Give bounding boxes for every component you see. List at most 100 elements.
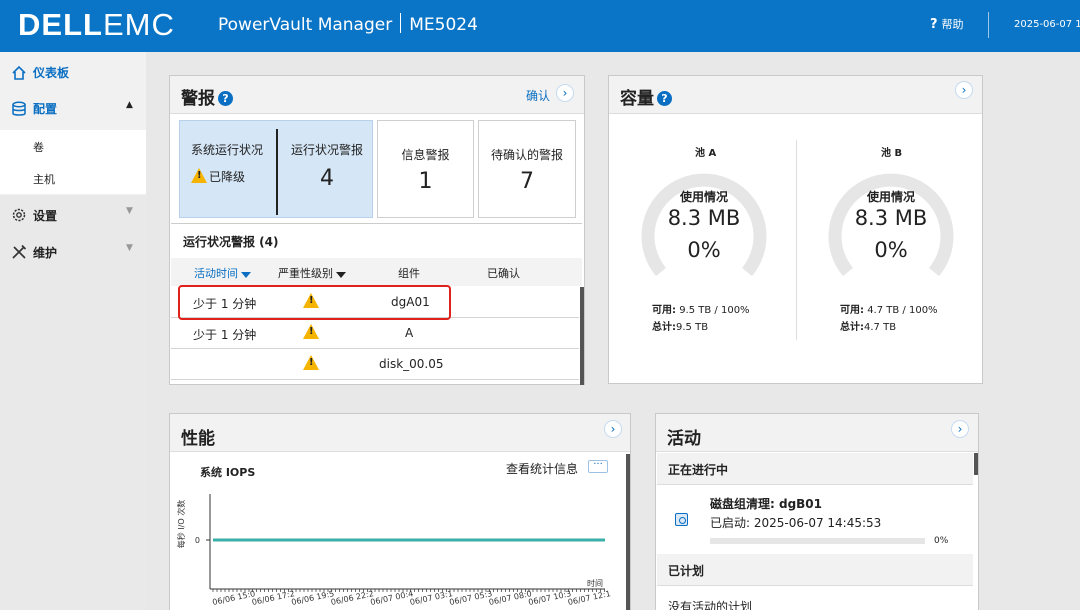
sidebar-item-config[interactable]: 配置 ▲ — [0, 98, 146, 118]
alerts-panel: 警报? 确认 › 系统运行状况 已降级 运行状况警报 4 信息警报 1 待确认的… — [169, 75, 585, 385]
collapse-caret-icon[interactable]: ▲ — [126, 100, 133, 110]
performance-panel-header: 性能 › — [170, 414, 630, 452]
health-alerts-table-title: 运行状况警报 (4) — [183, 235, 279, 249]
sidebar-subitem-hosts[interactable]: 主机 — [0, 162, 146, 194]
more-options-button[interactable]: ··· — [588, 460, 608, 473]
x-tick-label: 06/07 08:0 — [488, 589, 532, 607]
total-label: 总计: — [652, 322, 676, 333]
sidebar-item-maintenance[interactable]: 维护 ▼ — [0, 242, 146, 262]
help-question-icon[interactable]: ? — [657, 91, 672, 106]
app-title: PowerVault Manager ME5024 — [218, 13, 478, 37]
pool-divider — [796, 140, 797, 340]
table-row[interactable]: 少于 1 分钟 A — [171, 318, 579, 349]
pool-a-label: 池 A — [695, 148, 717, 159]
unacked-alerts-label: 待确认的警报 — [490, 148, 563, 162]
total-label: 总计: — [840, 322, 864, 333]
activity-panel-header: 活动 › — [656, 414, 978, 452]
column-label: 活动时间 — [194, 267, 238, 280]
task-start-time: 已启动: 2025-06-07 14:45:53 — [710, 516, 882, 530]
gauge-usage-label: 使用情况 — [866, 190, 915, 204]
task-progress-bar — [710, 538, 925, 544]
x-tick-label: 06/06 22:2 — [330, 589, 374, 607]
tools-icon — [12, 244, 27, 259]
product-name: PowerVault Manager — [218, 15, 393, 35]
app-root: DELLEMC PowerVault Manager ME5024 ? 帮助 202… — [0, 0, 1080, 610]
highlight-box — [178, 285, 451, 320]
x-tick-label: 06/06 15:0 — [212, 589, 256, 607]
gauge-usage-label: 使用情况 — [679, 190, 728, 204]
gauge-used-value: 8.3 MB — [854, 206, 928, 230]
warning-icon — [303, 355, 319, 370]
panel-title: 活动 — [667, 429, 701, 449]
x-tick-label: 06/07 12:1 — [567, 589, 611, 607]
gear-icon — [12, 208, 26, 222]
column-activity-time[interactable]: 活动时间 — [194, 265, 251, 281]
section-label: 正在进行中 — [668, 463, 729, 477]
row-component: disk_00.05 — [379, 357, 444, 371]
chart-title: 系统 IOPS — [200, 466, 256, 479]
sidebar-item-dashboard[interactable]: 仪表板 — [0, 62, 146, 82]
column-acknowledged[interactable]: 已确认 — [487, 265, 520, 281]
help-link[interactable]: ? 帮助 — [930, 16, 964, 34]
x-tick-label: 06/07 03:1 — [409, 589, 453, 607]
panel-title: 容量? — [620, 84, 672, 109]
table-scrollbar[interactable] — [580, 287, 584, 385]
chevron-right-icon[interactable]: › — [604, 420, 622, 438]
in-progress-section: 正在进行中 — [657, 453, 973, 485]
sidebar-subitem-label: 主机 — [33, 173, 55, 186]
health-alerts-label: 运行状况警报 — [290, 143, 363, 157]
gauge-percent: 0% — [874, 238, 908, 262]
capacity-panel-header: 容量? › — [609, 76, 982, 114]
view-statistics-link[interactable]: 查看统计信息 — [506, 460, 578, 477]
health-alerts-block: 运行状况警报 4 — [284, 141, 370, 191]
sidebar-item-label: 设置 — [33, 209, 58, 223]
pool-b-gauge[interactable]: 使用情况 8.3 MB 0% — [826, 164, 956, 284]
column-severity[interactable]: 严重性级别 — [278, 265, 346, 281]
info-alerts-count: 1 — [418, 169, 433, 194]
acknowledge-link[interactable]: 确认 — [526, 87, 550, 104]
system-health-tile[interactable]: 系统运行状况 已降级 运行状况警报 4 — [179, 120, 373, 218]
warning-icon — [303, 324, 319, 339]
iops-chart: 每秒 I/O 次数 0 时间 06/06 15:006/06 17:206/06 19… — [176, 494, 612, 607]
table-header: 活动时间 严重性级别 组件 已确认 — [171, 258, 582, 286]
x-tick-label: 06/06 19:5 — [291, 589, 335, 607]
row-time: 少于 1 分钟 — [193, 328, 257, 342]
chevron-right-icon[interactable]: › — [951, 420, 969, 438]
panel-title: 警报? — [181, 84, 233, 109]
column-label: 严重性级别 — [278, 267, 333, 280]
database-icon — [12, 101, 26, 116]
chevron-right-icon[interactable]: › — [955, 81, 973, 99]
disk-scrub-icon — [675, 513, 688, 526]
column-component[interactable]: 组件 — [398, 265, 420, 281]
sidebar-subitem-label: 卷 — [33, 141, 44, 154]
sidebar-item-settings[interactable]: 设置 ▼ — [0, 205, 146, 225]
unacked-alerts-tile[interactable]: 待确认的警报 7 — [478, 120, 576, 218]
info-alerts-tile[interactable]: 信息警报 1 — [377, 120, 474, 218]
panel-scrollbar[interactable] — [974, 453, 978, 475]
panel-title: 性能 — [181, 429, 215, 449]
x-axis-label: 时间 — [587, 578, 603, 588]
expand-caret-icon[interactable]: ▼ — [126, 243, 133, 253]
help-question-icon[interactable]: ? — [218, 91, 233, 106]
capacity-panel: 容量? › 池 A 使用情况 8.3 MB 0% 可用: 9.5 TB / 10… — [608, 75, 983, 384]
pool-a-gauge[interactable]: 使用情况 8.3 MB 0% — [639, 164, 769, 284]
y-axis-label: 每秒 I/O 次数 — [176, 500, 186, 548]
pool-b-stats: 可用: 4.7 TB / 100% 总计:4.7 TB — [840, 302, 938, 336]
available-label: 可用: — [840, 305, 864, 316]
alerts-title-text: 警报 — [181, 89, 215, 109]
pool-b-label: 池 B — [881, 148, 903, 159]
panel-scrollbar[interactable] — [626, 454, 630, 610]
sidebar-subitem-volumes[interactable]: 卷 — [0, 130, 146, 162]
help-icon: ? — [930, 17, 938, 32]
performance-panel: 性能 › 系统 IOPS 查看统计信息 ··· 每秒 I/O 次数 0 时间 06/0… — [169, 413, 631, 610]
gauge-percent: 0% — [687, 238, 721, 262]
available-value: 4.7 TB / 100% — [867, 305, 938, 316]
logo-dell-text: DELL — [18, 7, 103, 42]
table-row[interactable]: disk_00.05 — [171, 349, 579, 380]
top-bar: DELLEMC PowerVault Manager ME5024 ? 帮助 202… — [0, 0, 1080, 52]
y-tick-label: 0 — [195, 536, 200, 545]
expand-caret-icon[interactable]: ▼ — [126, 206, 133, 216]
chevron-right-icon[interactable]: › — [556, 84, 574, 102]
system-health-state: 已降级 — [209, 170, 246, 184]
warning-icon — [191, 168, 207, 183]
